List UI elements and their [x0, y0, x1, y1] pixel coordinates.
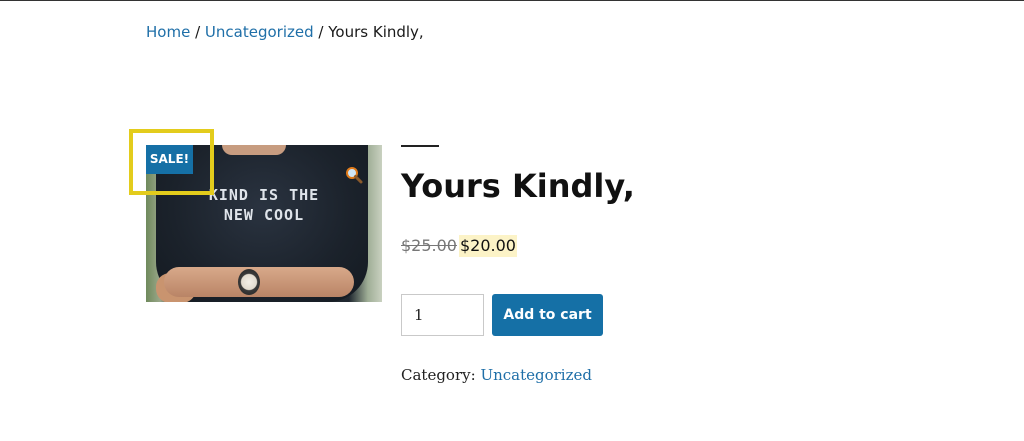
- product-category: Category: Uncategorized: [401, 364, 592, 386]
- shirt-print-line-2: NEW COOL: [223, 206, 305, 224]
- product-price: $25.00 $20.00: [401, 232, 517, 260]
- neck-graphic: [222, 145, 286, 155]
- watch-graphic: [238, 269, 260, 295]
- regular-price: $25.00: [401, 236, 457, 255]
- sale-price: $20.00: [458, 235, 517, 257]
- magnifier-icon[interactable]: [345, 166, 363, 184]
- top-border: [0, 0, 1024, 1]
- breadcrumb: Home / Uncategorized / Yours Kindly,: [146, 22, 424, 42]
- add-to-cart-button[interactable]: Add to cart: [492, 294, 603, 336]
- breadcrumb-separator: /: [318, 23, 324, 41]
- breadcrumb-home-link[interactable]: Home: [146, 23, 190, 41]
- title-divider: [401, 145, 439, 147]
- breadcrumb-separator: /: [195, 23, 201, 41]
- product-title: Yours Kindly,: [401, 167, 635, 205]
- highlight-outline: [129, 129, 214, 195]
- category-label: Category:: [401, 366, 476, 384]
- breadcrumb-current: Yours Kindly,: [328, 23, 424, 41]
- breadcrumb-category-link[interactable]: Uncategorized: [205, 23, 314, 41]
- category-link[interactable]: Uncategorized: [480, 366, 592, 384]
- quantity-input[interactable]: [401, 294, 484, 336]
